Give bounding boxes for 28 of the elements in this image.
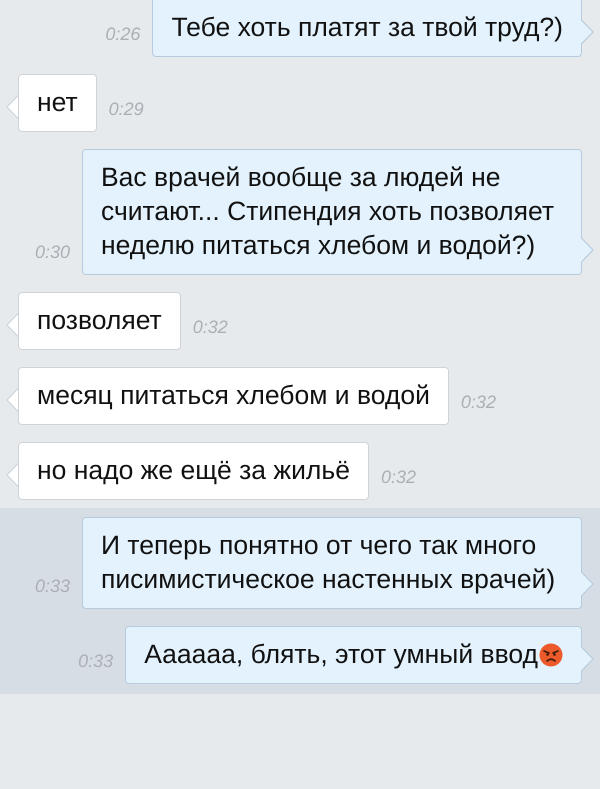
bubble-tail bbox=[6, 94, 19, 120]
message-time: 0:29 bbox=[108, 99, 144, 120]
message-bubble: но надо же ещё за жильё bbox=[18, 442, 369, 500]
message-row[interactable]: но надо же ещё за жильё 0:32 bbox=[0, 433, 600, 508]
message-row[interactable]: месяц питаться хлебом и водой 0:32 bbox=[0, 358, 600, 433]
bubble-tail bbox=[581, 237, 594, 263]
bubble-tail bbox=[581, 571, 594, 597]
bubble-tail bbox=[6, 387, 19, 413]
message-bubble: Вас врачей вообще за людей не считают... Стипендия хоть позволяет неделю питаться хлебом и водой?) bbox=[82, 149, 582, 275]
message-time: 0:32 bbox=[380, 467, 416, 488]
message-time: 0:32 bbox=[460, 392, 496, 413]
message-bubble: Тебе хоть платят за твой труд?) bbox=[152, 0, 582, 57]
message-row[interactable]: 0:26 Тебе хоть платят за твой труд?) bbox=[0, 0, 600, 65]
message-row[interactable]: 0:30 Вас врачей вообще за людей не считают... Стипендия хоть позволяет неделю питаться хлебом и водой?) bbox=[0, 140, 600, 283]
message-time: 0:30 bbox=[34, 242, 70, 263]
message-bubble: И теперь понятно от чего так много писимистическое настенных врачей) bbox=[82, 517, 582, 609]
message-time: 0:32 bbox=[192, 317, 228, 338]
bubble-tail bbox=[6, 462, 19, 488]
message-time: 0:26 bbox=[105, 24, 140, 45]
bubble-tail bbox=[581, 19, 594, 45]
message-row[interactable]: нет 0:29 bbox=[0, 65, 600, 140]
bubble-tail bbox=[6, 312, 19, 338]
message-bubble: месяц питаться хлебом и водой bbox=[18, 367, 449, 425]
message-bubble: нет bbox=[18, 74, 97, 132]
message-bubble: позволяет bbox=[18, 292, 181, 350]
message-bubble: Аааааа, блять, этот умный ввод bbox=[125, 626, 582, 684]
bubble-tail bbox=[581, 646, 594, 672]
message-row[interactable]: позволяет 0:32 bbox=[0, 283, 600, 358]
